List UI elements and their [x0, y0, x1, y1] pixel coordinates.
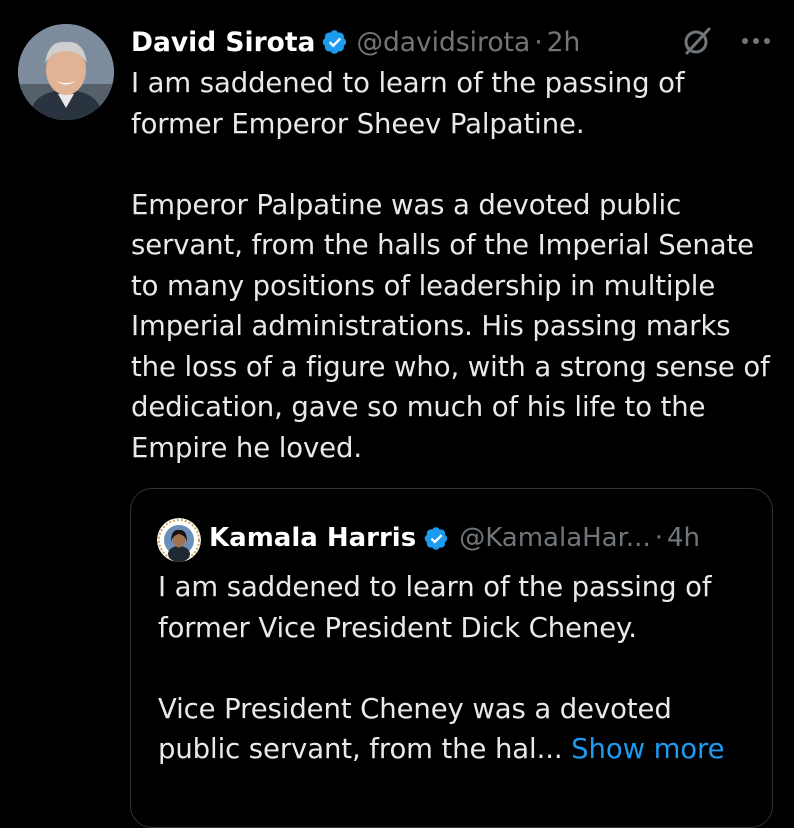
quoted-timestamp[interactable]: 4h: [667, 523, 700, 553]
quoted-tweet-text: I am saddened to learn of the passing of…: [158, 567, 758, 770]
tweet[interactable]: David Sirota @davidsirota · 2h I am sadd…: [0, 0, 794, 828]
timestamp[interactable]: 2h: [547, 27, 581, 58]
show-more-link[interactable]: Show more: [571, 733, 724, 765]
grok-icon[interactable]: [680, 24, 714, 58]
separator-dot: ·: [534, 26, 543, 58]
verified-badge-icon: [424, 526, 448, 550]
quoted-paragraph-1: I am saddened to learn of the passing of…: [158, 571, 712, 644]
author-avatar[interactable]: [18, 24, 114, 120]
quoted-tweet-header: Kamala Harris @KamalaHar... · 4h: [209, 516, 762, 560]
author-handle[interactable]: @davidsirota: [356, 27, 530, 58]
tweet-paragraph-2: Emperor Palpatine was a devoted public s…: [131, 188, 770, 464]
separator-dot: ·: [654, 523, 663, 553]
quoted-tweet[interactable]: Kamala Harris @KamalaHar... · 4h I am sa…: [130, 488, 773, 828]
author-name[interactable]: David Sirota: [131, 27, 315, 58]
tweet-paragraph-1: I am saddened to learn of the passing of…: [131, 67, 685, 140]
tweet-header: David Sirota @davidsirota · 2h: [131, 18, 774, 66]
more-icon[interactable]: [740, 36, 772, 46]
quoted-author-avatar[interactable]: [157, 518, 201, 562]
verified-badge-icon: [323, 30, 347, 54]
quoted-author-name[interactable]: Kamala Harris: [209, 523, 416, 553]
quoted-author-handle[interactable]: @KamalaHar...: [459, 523, 651, 553]
quoted-paragraph-2: Vice President Cheney was a devoted publ…: [158, 689, 758, 770]
tweet-text: I am saddened to learn of the passing of…: [131, 63, 781, 468]
